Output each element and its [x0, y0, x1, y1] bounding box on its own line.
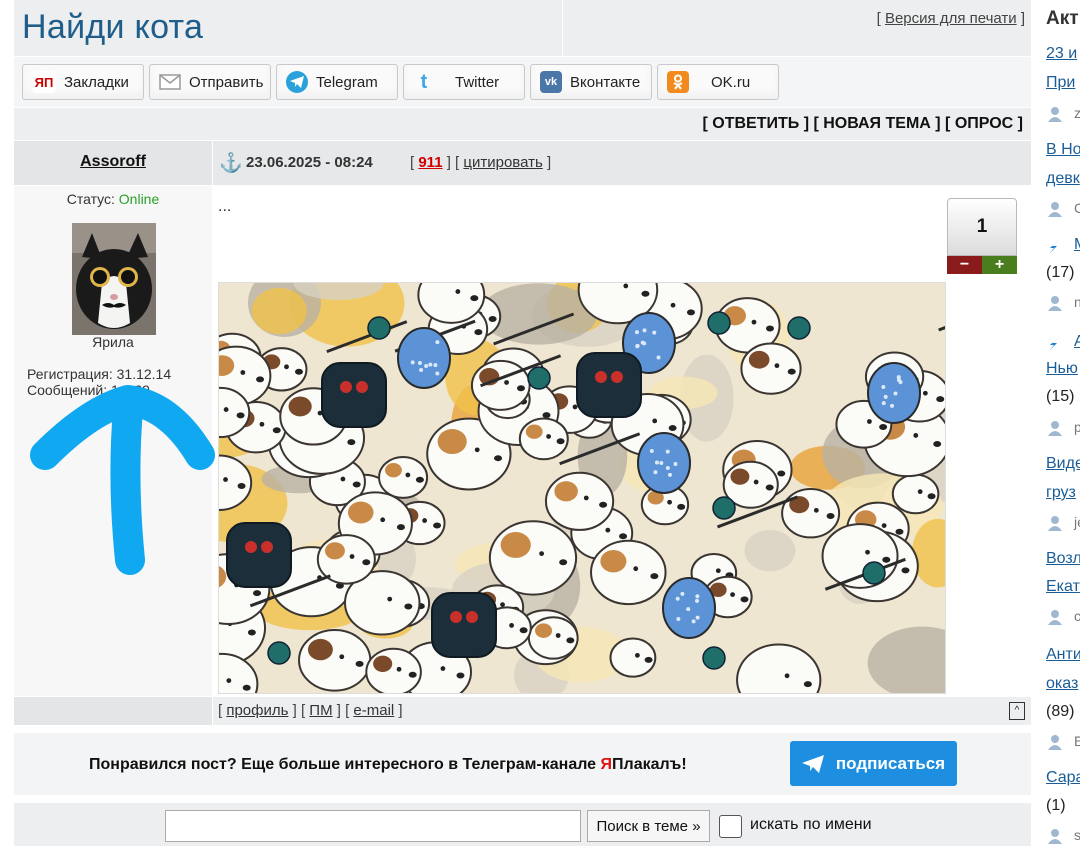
share-label: Вконтакте	[570, 73, 641, 91]
marker-arrow-drawing	[30, 385, 215, 575]
post-footer: [ профиль ] [ ПМ ] [ e-mail ] ^	[213, 697, 1031, 725]
profile-link[interactable]: профиль	[226, 702, 288, 719]
telegram-promo: Понравился пост? Еще больше интересного …	[14, 733, 1031, 795]
search-by-name-label: искать по имени	[750, 816, 872, 833]
pm-link[interactable]: ПМ	[309, 702, 332, 719]
sidebar-reply-count: (15)	[1046, 388, 1075, 405]
topic-search: Поиск в теме » искать по имени	[14, 803, 1031, 846]
vk-icon: vk	[540, 71, 562, 93]
share-label: Twitter	[455, 73, 500, 91]
post-meta-cell: ⚓ 23.06.2025 - 08:24 [ 911 ] [ цитироват…	[213, 141, 1031, 185]
sidebar-topic-link[interactable]: девк	[1046, 170, 1080, 188]
reply-newtopic-poll-links[interactable]: [ ОТВЕТИТЬ ] [ НОВАЯ ТЕМА ] [ ОПРОС ]	[702, 115, 1023, 133]
sidebar-username[interactable]: с	[1074, 608, 1080, 624]
twitter-icon: t	[420, 70, 428, 93]
sidebar-topic-link[interactable]: В Но	[1046, 141, 1080, 159]
sidebar-topic-link[interactable]: 23 и	[1046, 45, 1077, 63]
post-content: ... 1 − +	[213, 186, 1031, 696]
sidebar-topic-link[interactable]: Возл	[1046, 550, 1080, 568]
telegram-icon	[286, 71, 308, 93]
share-label: Telegram	[316, 73, 378, 91]
sidebar-active-topics: Акт 23 и При z В Но девк С М (17) n А Нью (15) р Виде…	[1034, 0, 1080, 846]
sidebar-username[interactable]: jє	[1074, 514, 1080, 530]
post-rating: 1 − +	[947, 198, 1017, 275]
user-icon	[1048, 610, 1062, 625]
share-telegram-button[interactable]: Telegram	[276, 64, 398, 100]
brand-letter: Я	[600, 756, 613, 773]
hot-topic-arrow-icon	[1049, 335, 1061, 351]
share-label: OK.ru	[711, 73, 751, 91]
header-divider	[562, 0, 563, 56]
rate-up-button[interactable]: +	[982, 256, 1017, 274]
sidebar-username[interactable]: р	[1074, 419, 1080, 435]
ok-icon	[667, 71, 689, 93]
telegram-icon	[801, 754, 824, 773]
sidebar-username[interactable]: z	[1074, 105, 1080, 121]
scroll-top-button[interactable]: ^	[1009, 702, 1025, 720]
sidebar-topic-link[interactable]: При	[1046, 74, 1075, 92]
email-link[interactable]: e-mail	[353, 702, 394, 719]
sidebar-topic-link[interactable]: М	[1074, 236, 1080, 254]
user-icon	[1048, 202, 1062, 217]
brand-rest: Плакалъ!	[612, 756, 687, 773]
post-date: 23.06.2025 - 08:24	[246, 154, 373, 171]
search-by-name-checkbox[interactable]	[719, 815, 742, 838]
rate-down-button[interactable]: −	[947, 256, 982, 274]
sidebar-reply-count: (1)	[1046, 797, 1066, 814]
promo-text: Понравился пост? Еще больше интересного …	[89, 756, 687, 774]
hot-topic-arrow-icon	[1049, 238, 1061, 254]
post-image[interactable]	[218, 282, 946, 694]
sidebar-topic-link[interactable]: Сара	[1046, 769, 1080, 787]
sidebar-heading: Акт	[1046, 8, 1079, 29]
sidebar-topic-link[interactable]: А	[1074, 333, 1080, 351]
subscribe-button[interactable]: подписаться	[790, 741, 957, 786]
sidebar-topic-link[interactable]: Нью	[1046, 360, 1078, 378]
user-icon	[1048, 829, 1062, 844]
quote-link[interactable]: цитировать	[463, 154, 542, 171]
user-icon	[1048, 735, 1062, 750]
sidebar-topic-link[interactable]: Виде	[1046, 455, 1080, 473]
sidebar-reply-count: (89)	[1046, 703, 1075, 720]
sidebar-topic-link[interactable]: Екат	[1046, 578, 1080, 596]
sidebar-topic-link[interactable]: Анти	[1046, 646, 1080, 664]
user-icon	[1048, 107, 1062, 122]
sidebar-username[interactable]: s	[1074, 827, 1080, 843]
rating-value: 1	[947, 198, 1017, 256]
user-icon	[1048, 516, 1062, 531]
search-button[interactable]: Поиск в теме »	[587, 810, 710, 842]
post-meta: [ 911 ] [ цитировать ]	[410, 154, 552, 171]
share-ok-button[interactable]: OK.ru	[657, 64, 779, 100]
sidebar-topic-link[interactable]: груз	[1046, 484, 1076, 502]
user-icon	[1048, 296, 1062, 311]
print-version: [ Версия для печати ]	[876, 10, 1025, 27]
sidebar-topic-link[interactable]: оказ	[1046, 675, 1078, 693]
print-version-link[interactable]: Версия для печати	[885, 10, 1017, 27]
post-user-links: [ профиль ] [ ПМ ] [ e-mail ]	[218, 702, 403, 719]
sidebar-username[interactable]: n	[1074, 294, 1080, 310]
post-number-link[interactable]: 911	[418, 154, 442, 171]
promo-text-main: Понравился пост? Еще больше интересного …	[89, 756, 601, 773]
subscribe-label: подписаться	[835, 753, 946, 773]
share-vk-button[interactable]: vk Вконтакте	[530, 64, 652, 100]
sidebar-username[interactable]: С	[1074, 200, 1080, 216]
search-input[interactable]	[165, 810, 581, 842]
sidebar-username[interactable]: Е	[1074, 733, 1080, 749]
sidebar-reply-count: (17)	[1046, 264, 1075, 281]
user-icon	[1048, 421, 1062, 436]
share-twitter-button[interactable]: t Twitter	[403, 64, 525, 100]
post-footer-left	[14, 697, 212, 725]
